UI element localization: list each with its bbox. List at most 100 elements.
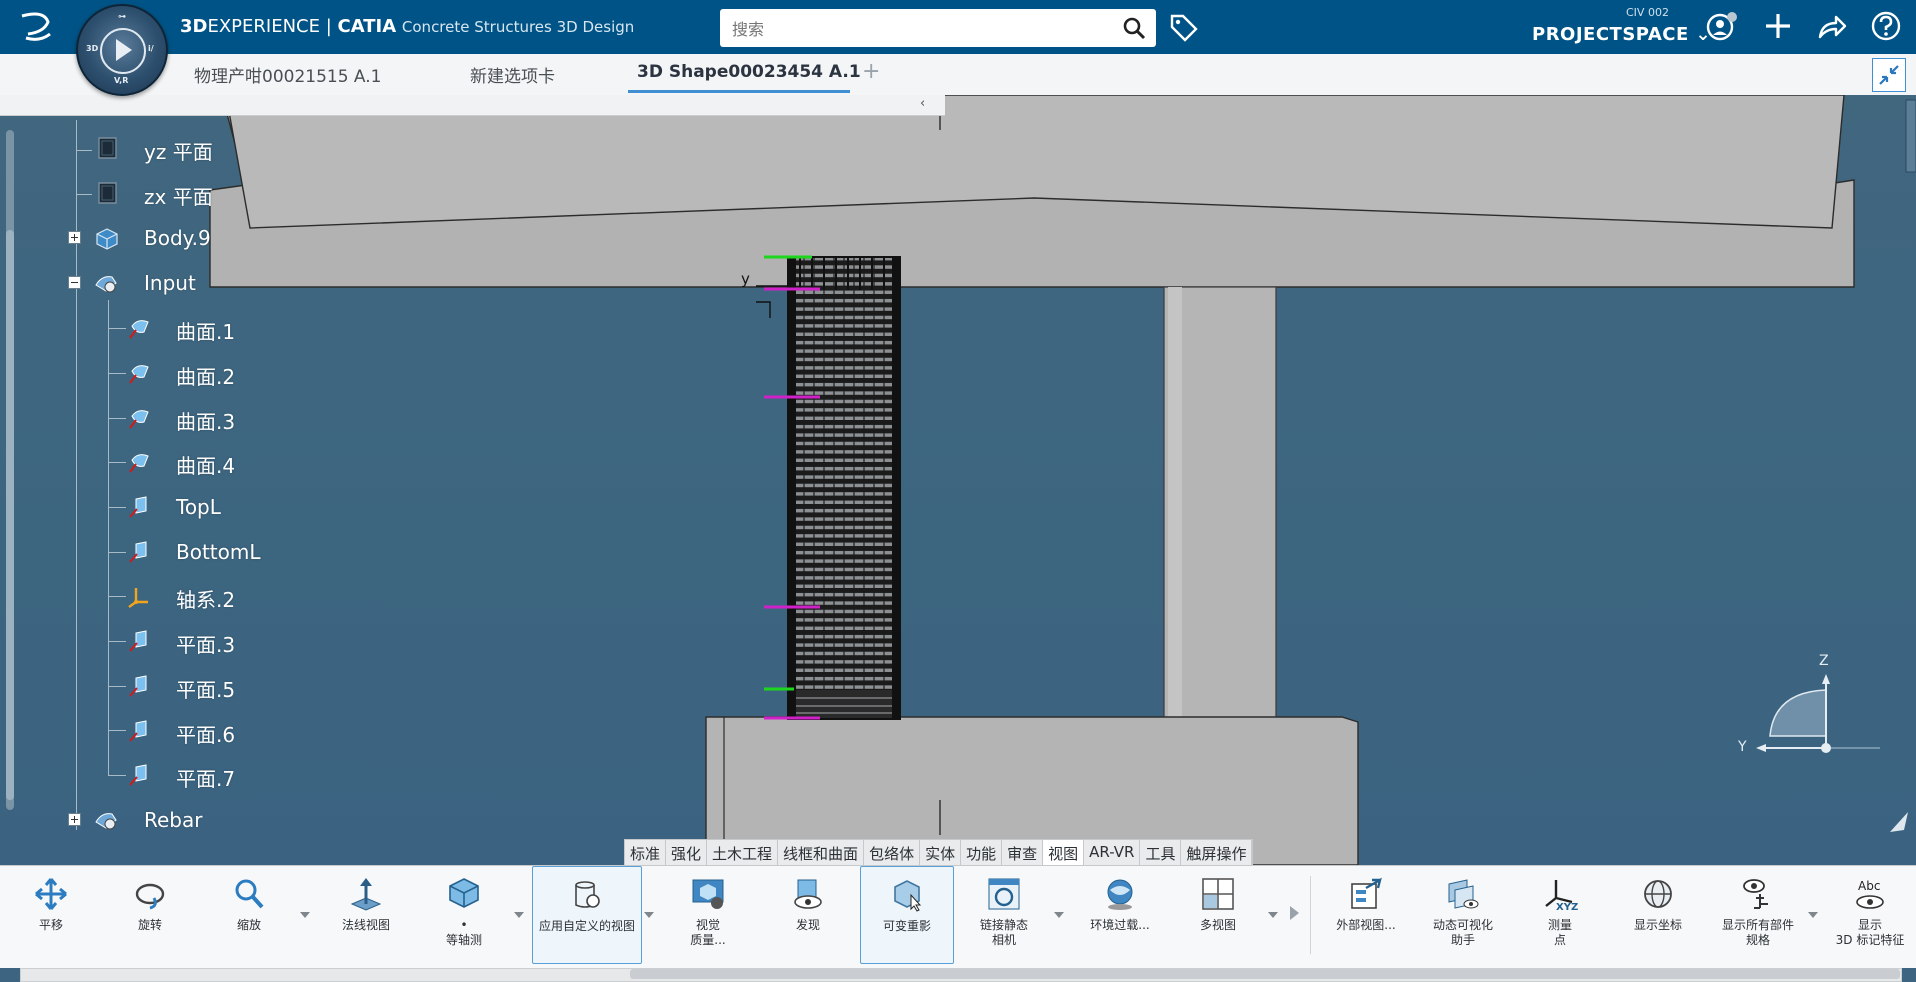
tree-connector (108, 730, 126, 731)
user-avatar-icon[interactable] (1706, 11, 1738, 43)
show3d-line2: 3D 标记特征 (1835, 933, 1905, 947)
tree-connector (108, 596, 126, 597)
linked-static-camera-button[interactable]: 链接静态 相机 (962, 866, 1046, 962)
compass-widget[interactable]: ⊶ 3D i/ V,R (76, 4, 168, 96)
collapse-fullscreen-button[interactable] (1872, 58, 1906, 92)
cmd-tab-solid[interactable]: 实体 (920, 840, 962, 866)
tab-new-tab[interactable]: 新建选项卡 (470, 62, 555, 87)
tree-connector (76, 194, 92, 195)
tree-item-label: TopL (176, 495, 221, 519)
tree-collapse-arrow[interactable]: ‹ (920, 96, 925, 111)
isometric-label: • 等轴测 (422, 918, 506, 948)
3d-viewport[interactable]: y Z Y (0, 95, 1916, 865)
normal-view-button[interactable]: 法线视图 (324, 866, 408, 962)
isometric-view-button[interactable]: • 等轴测 (422, 866, 506, 962)
help-icon[interactable] (1870, 10, 1902, 42)
dropdown-arrow-icon[interactable] (644, 912, 654, 918)
iso-dot: • (460, 918, 468, 932)
external-view-button[interactable]: 外部视图... (1320, 866, 1412, 962)
tree-item-label: 平面.3 (176, 633, 236, 657)
tree-connector (108, 552, 126, 553)
share-icon[interactable] (1816, 11, 1848, 43)
tab-physical-product[interactable]: 物理产咁00021515 A.1 (194, 62, 381, 87)
discover-label: 发现 (795, 918, 820, 932)
tree-item-label: 平面.6 (176, 723, 236, 747)
rotate-button[interactable]: 旋转 (108, 866, 192, 962)
add-tab-button[interactable]: + (862, 59, 880, 84)
zoom-icon (235, 879, 264, 909)
cmd-tab-review[interactable]: 审查 (1002, 840, 1044, 866)
plane-feature-icon (129, 541, 147, 563)
pan-button[interactable]: 平移 (10, 866, 92, 962)
environment-filter-button[interactable]: 环境过载... (1074, 866, 1166, 962)
custom-view-label: 应用自定义的视图 (538, 919, 635, 933)
show-all-part-specs-button[interactable]: 显示所有部件 规格 (1710, 866, 1806, 962)
cmd-tab-reinforce[interactable]: 强化 (666, 840, 708, 866)
dropdown-arrow-icon[interactable] (514, 912, 524, 918)
dropdown-arrow-icon[interactable] (1268, 912, 1278, 918)
external-view-icon (1351, 877, 1382, 909)
collab-space-selector[interactable]: PROJECTSPACE ⌄ (1532, 24, 1711, 45)
specs-line2: 规格 (1745, 933, 1770, 947)
tree-connector (108, 775, 126, 776)
vq-line1: 视觉 (695, 918, 720, 932)
search-box[interactable] (720, 9, 1156, 49)
surface-icon (129, 320, 149, 339)
visual-quality-button[interactable]: 视觉 质量... (666, 866, 750, 962)
cmd-tab-touch[interactable]: 触屏操作 (1181, 840, 1253, 866)
compass-y-label: Y (1738, 739, 1747, 755)
ghosting-button[interactable]: 可变重影 (860, 866, 954, 964)
tag-icon[interactable] (1168, 12, 1200, 42)
cmd-tab-wireframe[interactable]: 线框和曲面 (778, 840, 865, 866)
cmd-tab-standard[interactable]: 标准 (625, 840, 667, 866)
discover-button[interactable]: 发现 (766, 866, 850, 962)
plane-feature-icon (129, 764, 147, 786)
toolbar-scrollbar-thumb[interactable] (630, 969, 1900, 979)
dropdown-arrow-icon[interactable] (300, 912, 310, 918)
toolbar-scroll-right-icon[interactable] (1290, 906, 1299, 920)
axis-system-icon (128, 588, 148, 608)
cmd-tab-function[interactable]: 功能 (961, 840, 1003, 866)
zoom-button[interactable]: 缩放 (208, 866, 290, 962)
compass-label-top: ⊶ (118, 12, 126, 21)
apply-custom-view-button[interactable]: 应用自定义的视图 (532, 866, 642, 964)
toolbar-separator (1310, 876, 1311, 954)
tab-3d-shape[interactable]: 3D Shape00023454 A.1 (637, 62, 861, 82)
show-3d-annotations-button[interactable]: Abc 显示 3D 标记特征 (1824, 866, 1916, 962)
cmd-tab-tools[interactable]: 工具 (1140, 840, 1182, 866)
show-specs-icon (1743, 879, 1768, 909)
axis-y-label: y (741, 270, 750, 288)
plus-icon[interactable] (1762, 10, 1794, 42)
dropdown-arrow-icon[interactable] (1054, 912, 1064, 918)
tree-connector (76, 120, 77, 830)
tree-scrollbar-thumb[interactable] (6, 230, 14, 800)
show-specs-label: 显示所有部件 规格 (1710, 918, 1806, 948)
tree-item-label: yz 平面 (144, 140, 213, 164)
plane-feature-icon (129, 630, 147, 652)
show-coordinates-button[interactable]: 显示坐标 (1616, 866, 1700, 962)
discover-icon (794, 879, 822, 909)
dynamic-viz-assistant-button[interactable]: 动态可视化 助手 (1418, 866, 1508, 962)
cmd-tab-envelope[interactable]: 包络体 (864, 840, 921, 866)
cmd-tab-view[interactable]: 视图 (1043, 840, 1085, 866)
show-3d-label: 显示 3D 标记特征 (1824, 918, 1916, 948)
measure-point-button[interactable]: XYZ 测量点 (1518, 866, 1602, 962)
cmd-tab-civil[interactable]: 土木工程 (707, 840, 779, 866)
dropdown-arrow-icon[interactable] (1808, 912, 1818, 918)
zoom-label: 缩放 (236, 918, 261, 932)
expand-toggle[interactable] (68, 231, 81, 244)
search-icon[interactable] (1122, 16, 1146, 40)
multi-view-button[interactable]: 多视图 (1176, 866, 1260, 962)
search-input[interactable] (730, 9, 1104, 49)
ds-logo-icon[interactable] (14, 8, 58, 48)
play-icon[interactable] (116, 39, 132, 61)
compass-label-left: 3D (86, 44, 99, 53)
iso-text: 等轴测 (445, 933, 482, 947)
cmd-tab-ar-vr[interactable]: AR-VR (1084, 840, 1141, 866)
scene-geometry (209, 95, 1916, 865)
specs-line1: 显示所有部件 (1721, 918, 1794, 932)
expand-toggle[interactable] (68, 813, 81, 826)
viz-assistant-icon (1448, 879, 1479, 909)
tree-item-label: 曲面.4 (176, 454, 236, 478)
collapse-toggle[interactable] (68, 276, 81, 289)
